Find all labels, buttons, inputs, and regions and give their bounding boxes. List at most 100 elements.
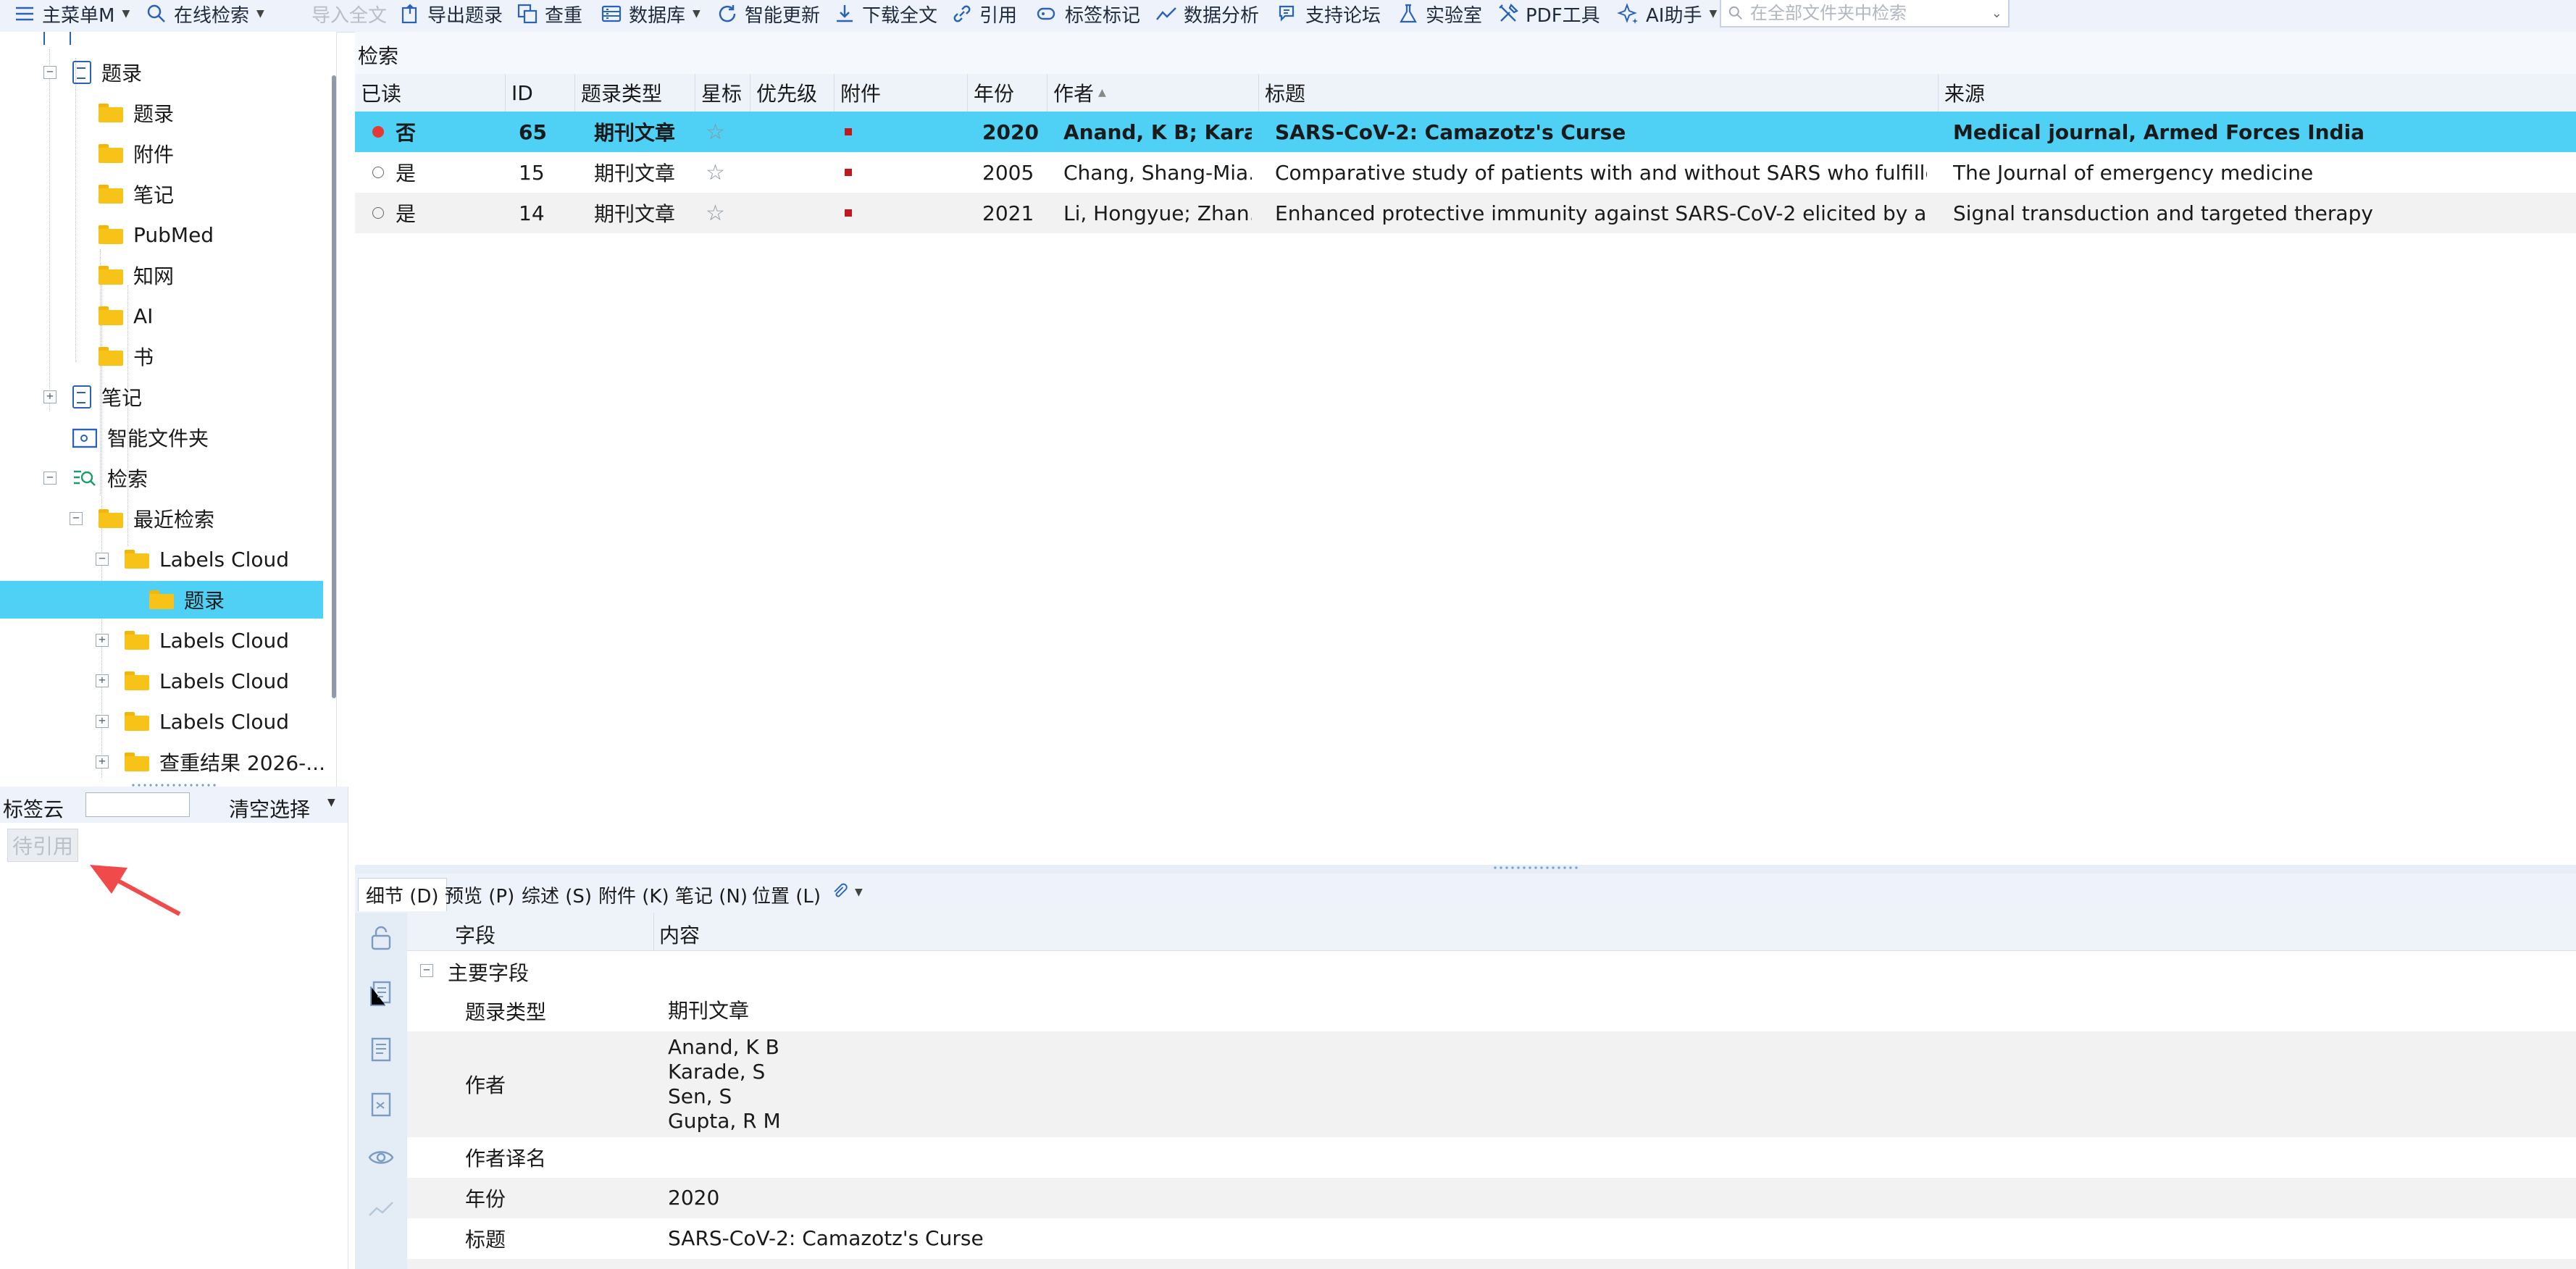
- tree-item-books[interactable]: 书: [99, 338, 154, 375]
- splitter-grip[interactable]: [1492, 866, 1579, 869]
- table-row[interactable]: 是 15 期刊文章 ☆ 2005 Chang, Shang-Mia... Com…: [355, 152, 2576, 193]
- field-value[interactable]: Anand, K B Karade, S Sen, S Gupta, R M: [668, 1031, 781, 1137]
- tree-item-attachments[interactable]: 附件: [99, 135, 174, 172]
- document-icon[interactable]: [367, 1034, 396, 1063]
- field-value[interactable]: 2020: [668, 1178, 719, 1218]
- tree-item-ai[interactable]: AI: [99, 297, 153, 335]
- tree-item-labels-cloud[interactable]: Labels Cloud: [125, 662, 289, 700]
- tree-item-records[interactable]: 题录: [99, 94, 174, 132]
- star-icon[interactable]: ☆: [706, 193, 725, 233]
- tree-item-labels-cloud[interactable]: Labels Cloud: [125, 621, 289, 659]
- detail-field-row[interactable]: 标题 SARS-CoV-2: Camazotz's Curse: [407, 1218, 2576, 1259]
- eye-icon[interactable]: [367, 1143, 396, 1172]
- column-header-title[interactable]: 标题: [1259, 74, 1939, 112]
- table-row[interactable]: 是 14 期刊文章 ☆ 2021 Li, Hongyue; Zhan... En…: [355, 193, 2576, 233]
- clear-selection-button[interactable]: 清空选择: [229, 794, 310, 823]
- detail-field-row[interactable]: 作者 Anand, K B Karade, S Sen, S Gupta, R …: [407, 1031, 2576, 1137]
- data-analysis-button[interactable]: 数据分析: [1155, 0, 1259, 28]
- expand-toggle[interactable]: +: [43, 390, 57, 403]
- tree-item-records-root[interactable]: 题录: [72, 54, 142, 91]
- cite-button[interactable]: 引用: [950, 0, 1017, 28]
- expand-toggle[interactable]: +: [96, 755, 109, 768]
- database-button[interactable]: 数据库 ▼: [600, 0, 701, 28]
- tab-summary[interactable]: 综述 (S): [514, 878, 599, 911]
- export-records-button[interactable]: 导出题录: [398, 0, 503, 28]
- tree-item-labels-cloud[interactable]: Labels Cloud: [125, 703, 289, 740]
- column-header-source[interactable]: 来源: [1939, 74, 2576, 112]
- field-value[interactable]: 期刊文章: [668, 991, 749, 1031]
- records-list-icon[interactable]: [367, 978, 396, 1007]
- tree-item-label: Labels Cloud: [159, 669, 290, 693]
- column-header-priority[interactable]: 优先级: [750, 74, 835, 112]
- main-menu-button[interactable]: 主菜单M ▼: [13, 0, 130, 28]
- detail-field-row[interactable]: 作者译名: [407, 1137, 2576, 1178]
- column-header-read[interactable]: 已读: [355, 74, 506, 112]
- tree-item-notes-folder[interactable]: 笔记: [99, 175, 174, 213]
- tag-mark-button[interactable]: 标签标记: [1036, 0, 1140, 28]
- expand-toggle[interactable]: +: [96, 715, 109, 728]
- tree-item-notes[interactable]: 笔记: [72, 378, 142, 416]
- column-header-id[interactable]: ID: [506, 74, 575, 112]
- expand-toggle[interactable]: +: [96, 634, 109, 647]
- search-dropdown-chevron-icon[interactable]: ⌄: [1991, 6, 2002, 21]
- lock-icon[interactable]: [367, 923, 396, 952]
- folder-tree: − 题录 题录 附件 笔记 PubMed 知网 AI 书 + 笔记 智能文件夹 …: [0, 32, 337, 787]
- duplicate-check-button[interactable]: 查重: [516, 0, 582, 28]
- column-header-attachment[interactable]: 附件: [835, 74, 968, 112]
- chevron-down-icon[interactable]: ▼: [327, 797, 335, 808]
- list-detail-splitter[interactable]: [355, 865, 2576, 874]
- lab-button[interactable]: 实验室: [1397, 0, 1482, 28]
- star-icon[interactable]: ☆: [706, 152, 725, 193]
- collapse-toggle[interactable]: −: [96, 553, 109, 566]
- tab-attachments[interactable]: 附件 (K): [591, 878, 677, 911]
- detail-field-row[interactable]: 年份 2020: [407, 1178, 2576, 1218]
- tree-item-labels-cloud-records[interactable]: 题录: [0, 581, 323, 619]
- tree-item-smart-folders[interactable]: 智能文件夹: [72, 419, 209, 456]
- pdf-tools-button[interactable]: PDF工具: [1497, 0, 1600, 28]
- tab-notes[interactable]: 笔记 (N): [668, 878, 755, 911]
- ai-assistant-button[interactable]: AI助手 ▼: [1617, 0, 1717, 28]
- collapse-toggle[interactable]: −: [420, 964, 433, 977]
- tree-item-labels-cloud[interactable]: Labels Cloud: [125, 540, 289, 578]
- attach-menu-button[interactable]: ▼: [830, 882, 863, 902]
- import-fulltext-button[interactable]: 导入全文: [311, 0, 387, 28]
- column-header-author[interactable]: 作者 ▲: [1047, 74, 1259, 112]
- tree-item-pubmed[interactable]: PubMed: [99, 216, 214, 254]
- attachment-icon[interactable]: [845, 209, 852, 217]
- star-icon[interactable]: ☆: [706, 112, 725, 152]
- tree-scrollbar[interactable]: [332, 75, 336, 698]
- tree-item-duplicate-results[interactable]: 查重结果 2026-...: [125, 743, 325, 781]
- tree-item-cnki[interactable]: 知网: [99, 256, 174, 294]
- table-row[interactable]: 否 65 期刊文章 ☆ 2020 Anand, K B; Karad... SA…: [355, 112, 2576, 152]
- column-header-type[interactable]: 题录类型: [575, 74, 695, 112]
- support-forum-button[interactable]: 支持论坛: [1276, 0, 1381, 28]
- smart-update-button[interactable]: 智能更新: [716, 0, 820, 28]
- tree-item-label: 附件: [133, 143, 175, 167]
- label-tag-to-cite[interactable]: 待引用: [7, 829, 79, 862]
- attachment-icon[interactable]: [845, 169, 852, 176]
- collapse-toggle[interactable]: −: [70, 512, 83, 525]
- global-search-input[interactable]: [1749, 2, 1987, 24]
- note-edit-icon[interactable]: [367, 1089, 396, 1118]
- collapse-toggle[interactable]: −: [43, 66, 57, 79]
- tab-details[interactable]: 细节 (D): [358, 878, 447, 911]
- export-records-label: 导出题录: [427, 4, 503, 27]
- column-header-label: 题录类型: [581, 82, 663, 106]
- labels-filter-input[interactable]: [85, 792, 190, 817]
- expand-toggle[interactable]: +: [96, 674, 109, 687]
- download-fulltext-button[interactable]: 下载全文: [833, 0, 937, 28]
- collapse-toggle[interactable]: −: [43, 472, 57, 485]
- tab-location[interactable]: 位置 (L): [745, 878, 828, 911]
- tree-item-search[interactable]: 检索: [72, 459, 148, 497]
- field-value[interactable]: SARS-CoV-2: Camazotz's Curse: [668, 1218, 984, 1259]
- online-search-button[interactable]: 在线检索 ▼: [145, 0, 264, 28]
- column-header-year[interactable]: 年份: [968, 74, 1047, 112]
- detail-group-row: − 主要字段: [407, 950, 2576, 991]
- detail-sidebar: [355, 913, 407, 1269]
- attachment-icon[interactable]: [845, 128, 852, 135]
- column-header-star[interactable]: 星标: [695, 74, 750, 112]
- tree-item-recent-search[interactable]: 最近检索: [99, 500, 214, 537]
- tab-preview[interactable]: 预览 (P): [438, 878, 522, 911]
- trend-icon[interactable]: [367, 1195, 396, 1224]
- detail-field-row[interactable]: 题录类型 期刊文章: [407, 991, 2576, 1031]
